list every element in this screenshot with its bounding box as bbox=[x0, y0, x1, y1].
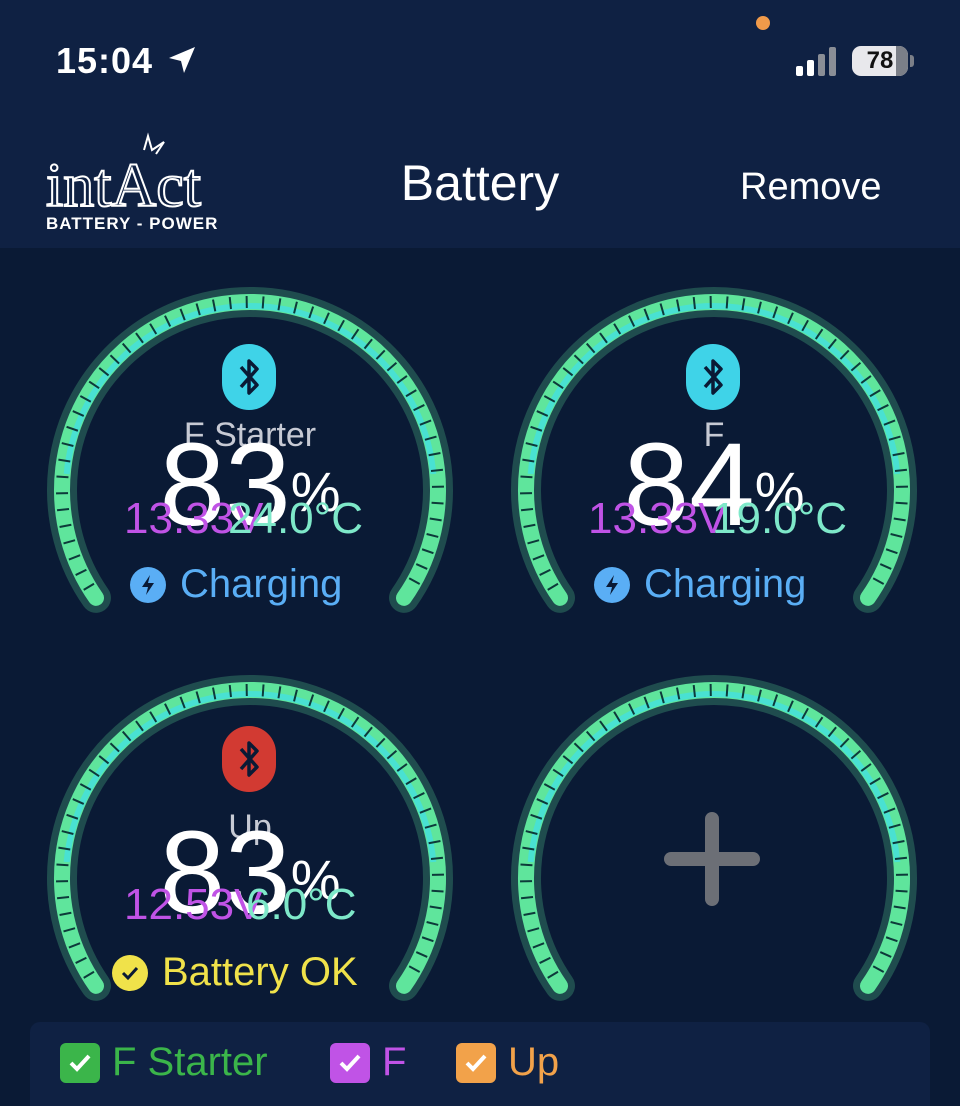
charging-bolt-icon bbox=[594, 566, 630, 603]
bluetooth-icon bbox=[686, 344, 740, 410]
legend-label: F bbox=[382, 1040, 407, 1084]
battery-gauge-f[interactable]: F 84% 13.33V 19.0°C Charging bbox=[504, 280, 924, 620]
battery-status: Charging bbox=[130, 562, 342, 607]
gauge-tick bbox=[895, 889, 908, 893]
status-label: Charging bbox=[180, 562, 343, 606]
battery-gauge-f-starter[interactable]: F Starter 83% 13.33V 24.0°C Charging bbox=[40, 280, 460, 620]
remove-button[interactable]: Remove bbox=[740, 166, 882, 209]
checkmark-circle-icon bbox=[112, 954, 148, 991]
battery-status: Battery OK bbox=[112, 950, 358, 995]
gauge-tick bbox=[725, 684, 729, 697]
legend-label: F Starter bbox=[112, 1040, 268, 1084]
device-battery-icon: 78 bbox=[852, 46, 908, 76]
logo-subtitle: BATTERY - POWER bbox=[46, 214, 219, 233]
gauge-tick bbox=[725, 296, 729, 309]
svg-text:intAct: intAct bbox=[46, 152, 201, 220]
gauge-tick bbox=[692, 684, 696, 698]
gauge-tick bbox=[692, 296, 696, 310]
legend-item-f[interactable]: F bbox=[330, 1040, 406, 1085]
status-label: Charging bbox=[644, 562, 807, 606]
battery-voltage: 12.53V bbox=[124, 880, 264, 929]
battery-tip bbox=[910, 55, 914, 67]
checkbox-icon[interactable] bbox=[60, 1042, 100, 1083]
gauge-tick bbox=[228, 296, 232, 310]
gauge-tick bbox=[520, 863, 533, 867]
legend-label: Up bbox=[508, 1040, 560, 1084]
device-battery-level: 78 bbox=[866, 47, 894, 74]
status-time: 15:04 bbox=[56, 40, 154, 81]
privacy-indicator-dot bbox=[756, 16, 770, 30]
gauge-tick bbox=[228, 684, 232, 698]
battery-voltage: 13.33V bbox=[588, 494, 728, 543]
checkbox-icon[interactable] bbox=[456, 1042, 496, 1083]
battery-temperature: 24.0°C bbox=[228, 494, 364, 543]
status-label: Battery OK bbox=[162, 950, 358, 994]
battery-status: Charging bbox=[594, 562, 806, 607]
battery-gauge-up[interactable]: Up 83% 12.53V 6.0°C Battery OK bbox=[40, 668, 460, 1008]
location-arrow-icon bbox=[169, 47, 195, 73]
charging-bolt-icon bbox=[130, 566, 166, 603]
battery-temperature: 19.0°C bbox=[712, 494, 848, 543]
page-title: Battery bbox=[400, 155, 560, 211]
plus-icon-vertical[interactable] bbox=[705, 812, 719, 906]
cellular-signal-icon bbox=[796, 47, 836, 76]
gauge-tick bbox=[261, 684, 265, 697]
legend-item-f-starter[interactable]: F Starter bbox=[60, 1040, 268, 1085]
gauge-tick bbox=[261, 296, 265, 309]
gauge-tick bbox=[520, 896, 534, 900]
gauge-tick bbox=[894, 856, 908, 860]
checkbox-icon[interactable] bbox=[330, 1042, 370, 1083]
bluetooth-icon bbox=[222, 726, 276, 792]
legend-item-up[interactable]: Up bbox=[456, 1040, 559, 1085]
bluetooth-icon bbox=[222, 344, 276, 410]
battery-temperature: 6.0°C bbox=[246, 880, 357, 929]
